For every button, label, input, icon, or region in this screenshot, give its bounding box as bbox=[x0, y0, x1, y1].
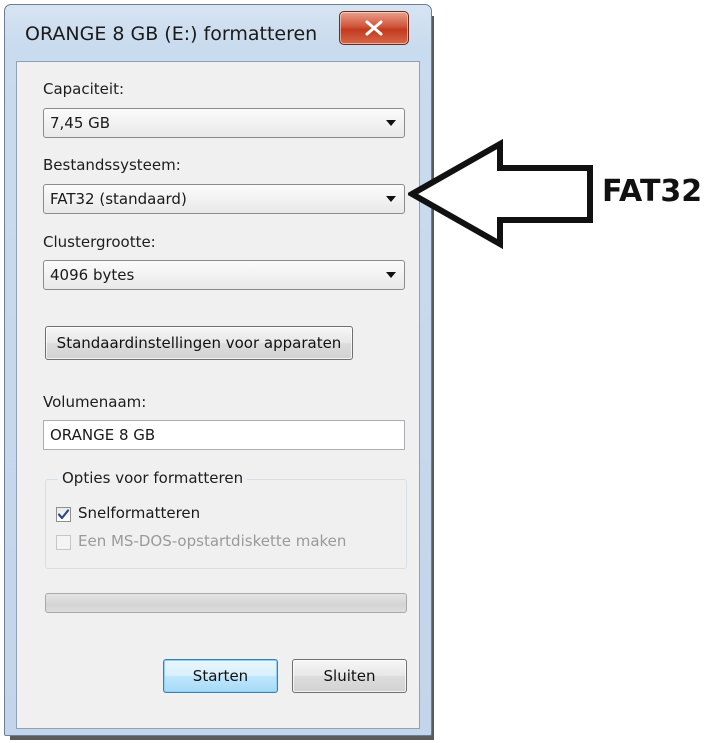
cluster-size-dropdown[interactable]: 4096 bytes bbox=[43, 260, 405, 290]
format-progress-bar bbox=[45, 593, 407, 613]
window-title: ORANGE 8 GB (E:) formatteren bbox=[25, 23, 318, 45]
msdos-startup-label: Een MS-DOS-opstartdiskette maken bbox=[78, 532, 347, 550]
chevron-down-icon bbox=[386, 196, 396, 202]
filesystem-dropdown[interactable]: FAT32 (standaard) bbox=[43, 184, 405, 214]
capacity-dropdown[interactable]: 7,45 GB bbox=[43, 108, 405, 138]
capacity-label: Capaciteit: bbox=[43, 80, 125, 98]
msdos-startup-checkbox bbox=[56, 535, 71, 550]
checkmark-icon bbox=[58, 509, 69, 520]
fat32-annotation: FAT32 bbox=[602, 174, 703, 209]
chevron-down-icon bbox=[386, 120, 396, 126]
chevron-down-icon bbox=[386, 272, 396, 278]
quick-format-label[interactable]: Snelformatteren bbox=[78, 504, 200, 522]
restore-defaults-button[interactable]: Standaardinstellingen voor apparaten bbox=[45, 326, 353, 360]
close-dialog-button[interactable]: Sluiten bbox=[292, 659, 407, 693]
filesystem-label: Bestandssysteem: bbox=[43, 156, 181, 174]
format-dialog: ORANGE 8 GB (E:) formatteren Capaciteit:… bbox=[4, 4, 432, 736]
cluster-size-value: 4096 bytes bbox=[50, 266, 135, 284]
volume-label-input[interactable]: ORANGE 8 GB bbox=[43, 420, 405, 450]
arrow-left-icon bbox=[408, 138, 593, 250]
close-icon bbox=[365, 20, 383, 36]
quick-format-checkbox[interactable] bbox=[56, 507, 71, 522]
filesystem-value: FAT32 (standaard) bbox=[50, 190, 187, 208]
title-bar[interactable]: ORANGE 8 GB (E:) formatteren bbox=[5, 5, 431, 63]
volume-label-caption: Volumenaam: bbox=[43, 393, 147, 411]
format-options-title: Opties voor formatteren bbox=[58, 469, 248, 487]
start-button[interactable]: Starten bbox=[163, 659, 278, 693]
cluster-size-label: Clustergrootte: bbox=[43, 233, 156, 251]
format-options-group: Opties voor formatteren Snelformatteren … bbox=[45, 469, 407, 569]
capacity-value: 7,45 GB bbox=[50, 114, 111, 132]
volume-label-value: ORANGE 8 GB bbox=[50, 426, 156, 444]
close-button[interactable] bbox=[339, 11, 409, 45]
dialog-content: Capaciteit: 7,45 GB Bestandssysteem: FAT… bbox=[16, 61, 420, 729]
